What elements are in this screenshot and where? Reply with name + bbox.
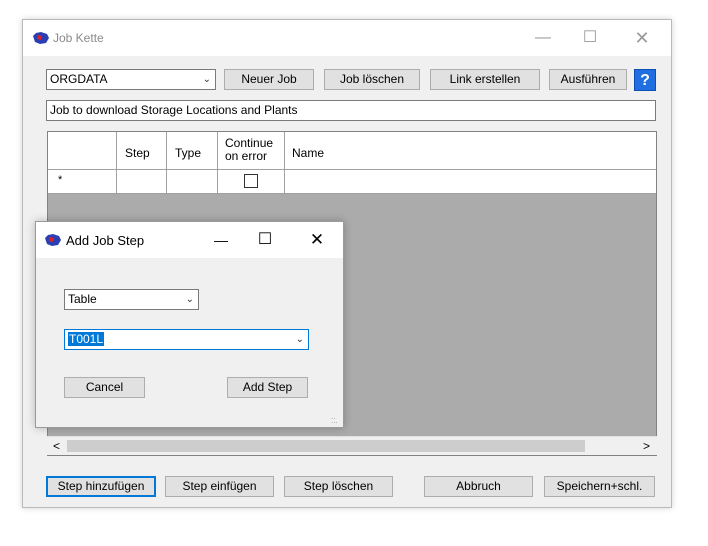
job-select[interactable]: ORGDATA ⌄	[46, 69, 216, 90]
delete-job-button[interactable]: Job löschen	[324, 69, 420, 90]
create-link-button[interactable]: Link erstellen	[430, 69, 540, 90]
minimize-icon[interactable]: —	[198, 222, 244, 258]
delete-step-button[interactable]: Step löschen	[284, 476, 393, 497]
scrollbar-thumb[interactable]	[67, 440, 585, 452]
table-select-value: T001L	[68, 332, 105, 346]
dialog-title: Add Job Step	[66, 233, 145, 248]
table-select[interactable]: T001L ⌄	[64, 329, 309, 350]
dialog-title-bar[interactable]: Add Job Step — ☐ ✕	[36, 222, 343, 258]
title-bar[interactable]: Job Kette — ☐ ✕	[23, 20, 671, 56]
new-row-name-cell[interactable]	[285, 170, 656, 194]
app-icon	[45, 234, 61, 246]
job-select-value: ORGDATA	[50, 72, 108, 86]
run-button[interactable]: Ausführen	[549, 69, 627, 90]
dialog-cancel-button[interactable]: Cancel	[64, 377, 145, 398]
column-header-type[interactable]: Type	[167, 132, 218, 170]
continue-on-error-checkbox[interactable]	[244, 174, 258, 188]
resize-grip-icon[interactable]: .....	[331, 413, 341, 425]
chevron-down-icon: ⌄	[295, 334, 304, 345]
maximize-icon[interactable]: ☐	[567, 20, 613, 56]
add-step-button[interactable]: Step hinzufügen	[46, 476, 156, 497]
column-header-continue-on-error[interactable]: Continue on error	[218, 132, 285, 170]
close-icon[interactable]: ✕	[294, 222, 340, 258]
new-row-step-cell[interactable]	[117, 170, 167, 194]
new-row-type-cell[interactable]	[167, 170, 218, 194]
minimize-icon[interactable]: —	[520, 20, 566, 56]
column-header-name[interactable]: Name	[285, 132, 656, 170]
maximize-icon[interactable]: ☐	[242, 222, 288, 258]
chevron-down-icon: ⌄	[185, 294, 194, 305]
insert-step-button[interactable]: Step einfügen	[165, 476, 274, 497]
close-icon[interactable]: ✕	[619, 20, 665, 56]
new-row-continue-cell[interactable]	[218, 170, 285, 194]
window-title: Job Kette	[53, 31, 104, 45]
new-row-marker: *	[48, 170, 117, 194]
column-header-step[interactable]: Step	[117, 132, 167, 170]
chevron-down-icon: ⌄	[202, 74, 211, 85]
add-job-step-dialog: Add Job Step — ☐ ✕ Table ⌄ T001L ⌄ Cance…	[35, 221, 344, 428]
step-type-select[interactable]: Table ⌄	[64, 289, 199, 310]
row-header-column	[48, 132, 117, 170]
scroll-left-icon[interactable]: <	[53, 439, 60, 453]
horizontal-scrollbar[interactable]: < >	[47, 436, 657, 455]
app-icon	[33, 32, 49, 44]
cancel-button[interactable]: Abbruch	[424, 476, 533, 497]
dialog-add-step-button[interactable]: Add Step	[227, 377, 308, 398]
new-job-button[interactable]: Neuer Job	[224, 69, 314, 90]
description-field[interactable]: Job to download Storage Locations and Pl…	[46, 100, 656, 121]
save-and-close-button[interactable]: Speichern+schl.	[544, 476, 655, 497]
scroll-right-icon[interactable]: >	[643, 439, 650, 453]
step-type-value: Table	[68, 292, 97, 306]
help-icon[interactable]: ?	[634, 69, 656, 91]
